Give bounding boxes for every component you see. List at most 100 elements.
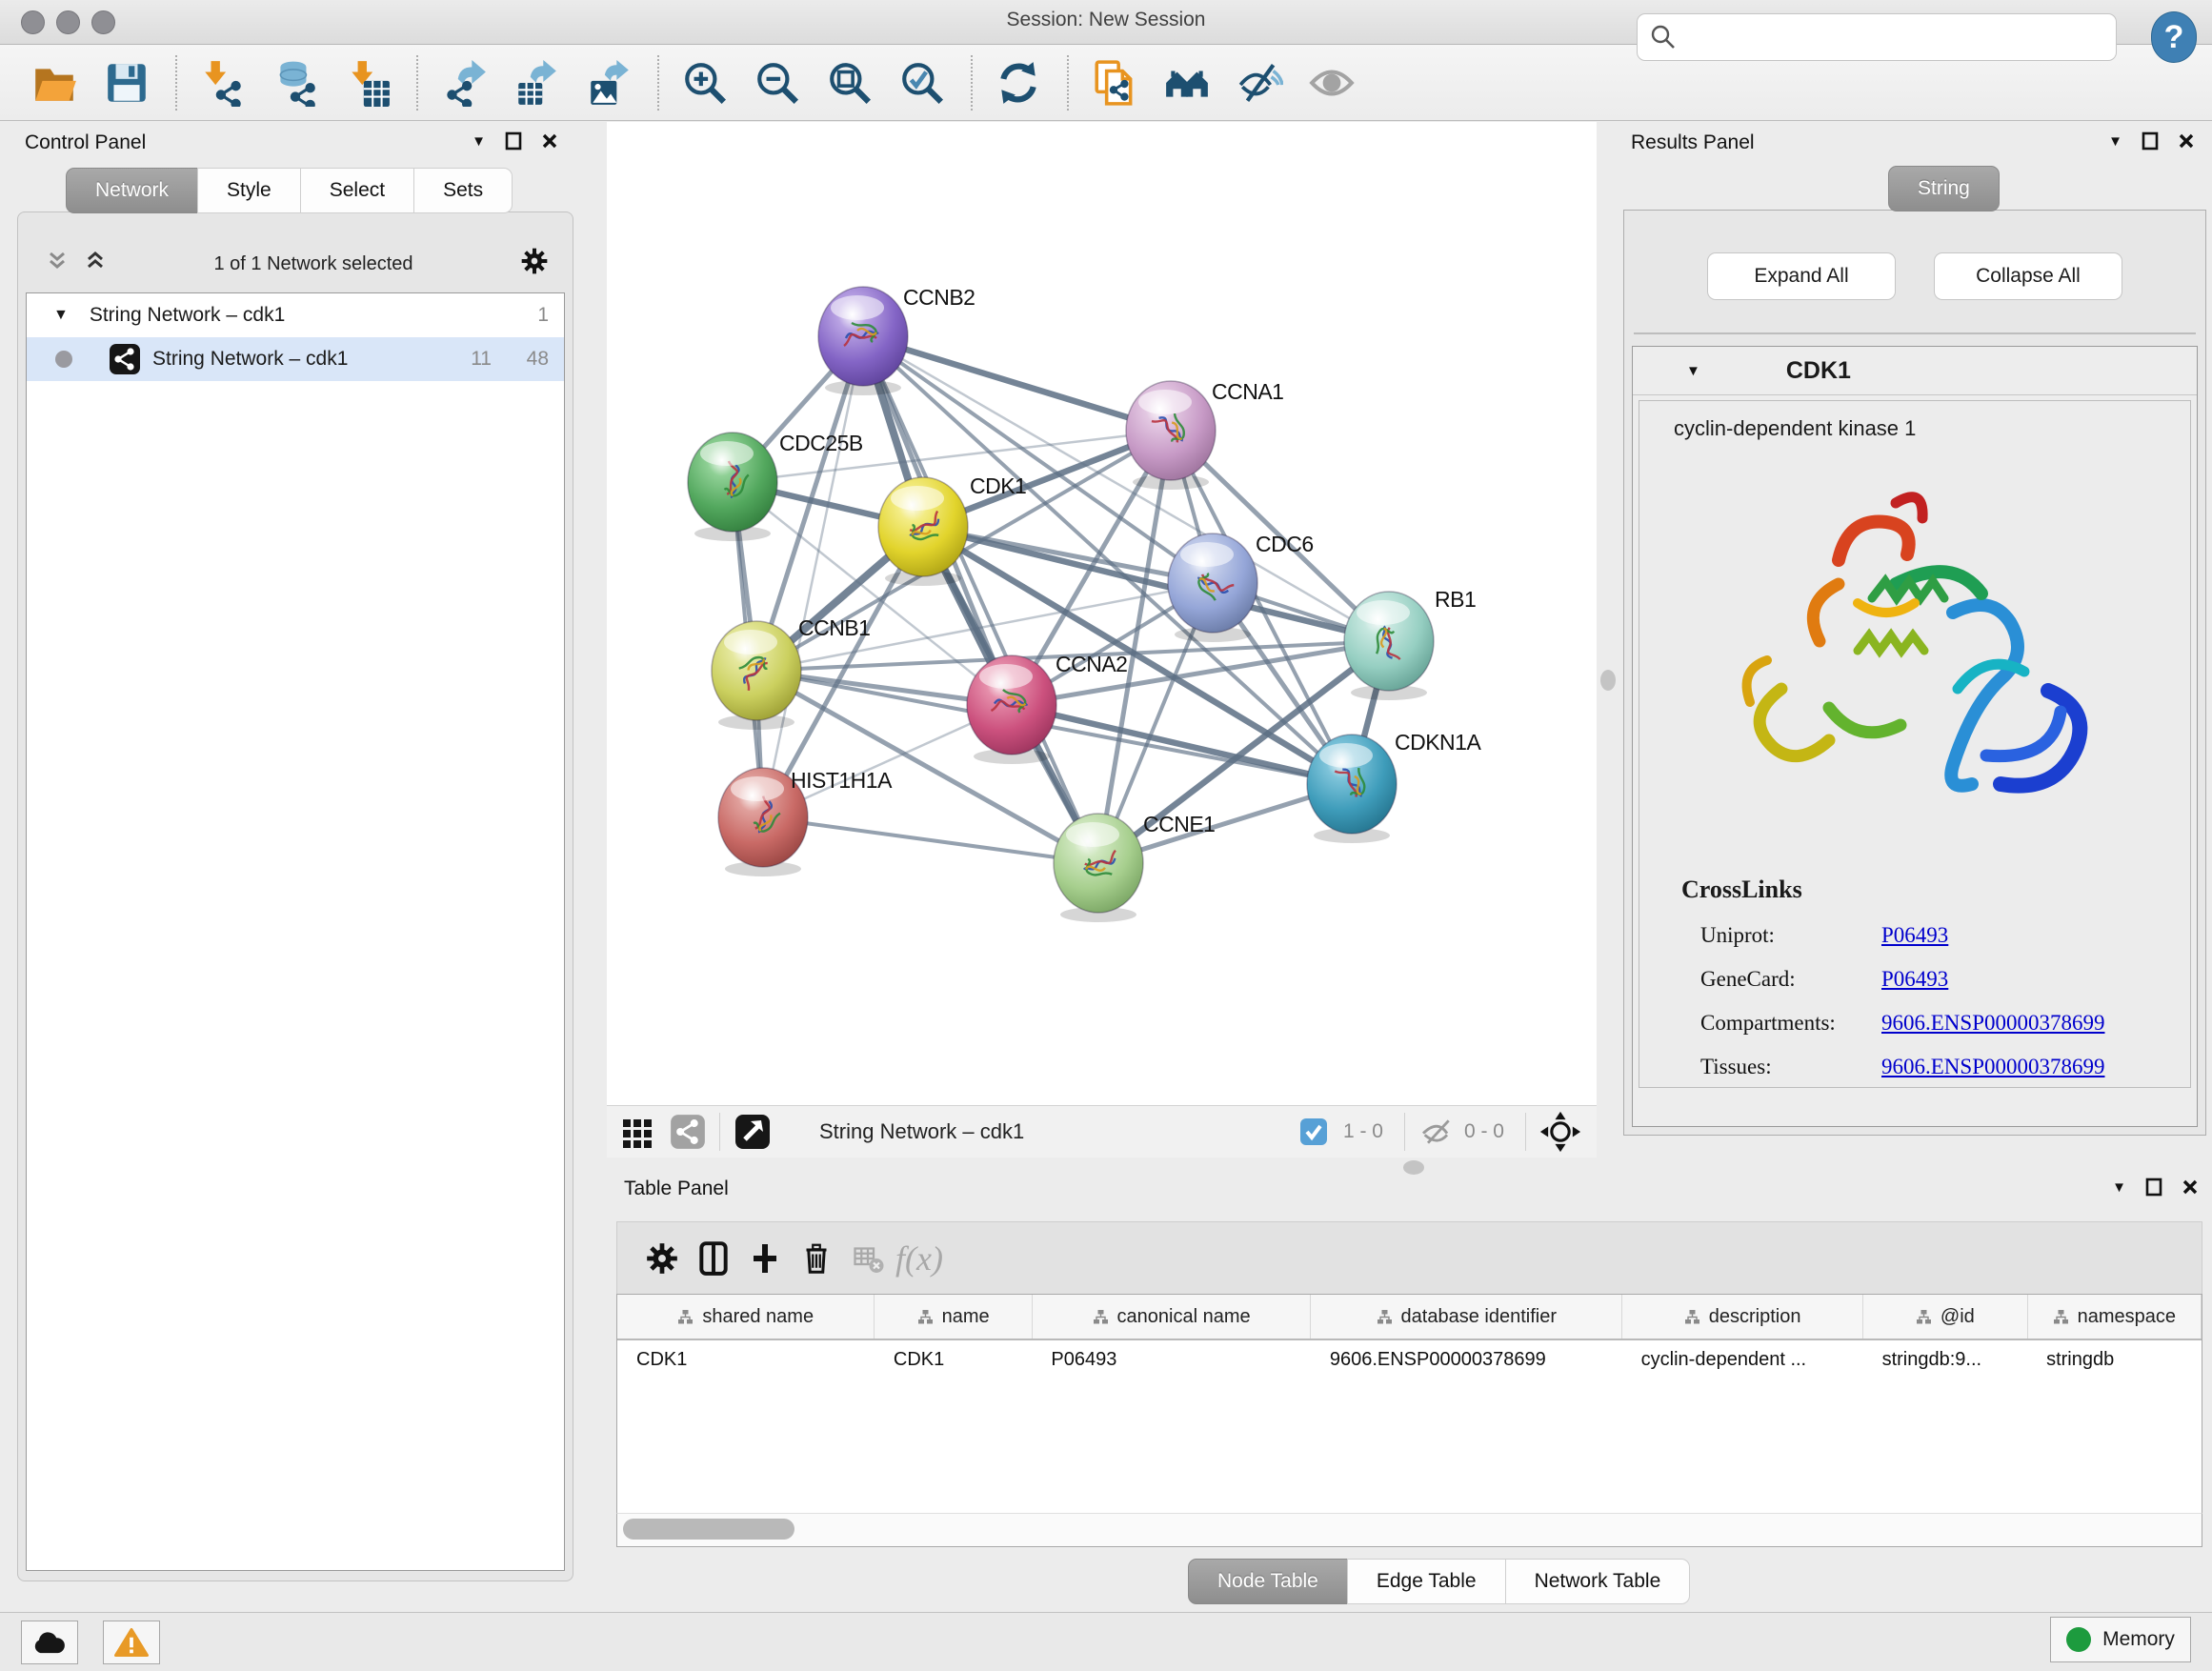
control-panel-menu-icon[interactable]: ▼	[472, 133, 486, 150]
add-column-icon[interactable]	[739, 1233, 791, 1284]
warnings-button[interactable]	[103, 1621, 160, 1664]
table-panel-menu-icon[interactable]: ▼	[2112, 1179, 2126, 1196]
expand-all-networks-icon[interactable]	[83, 249, 108, 279]
table-row[interactable]: CDK1CDK1P064939606.ENSP00000378699cyclin…	[617, 1339, 2202, 1379]
export-network-button[interactable]	[434, 53, 493, 112]
search-input[interactable]	[1687, 26, 2106, 50]
table-horizontal-scrollbar[interactable]	[616, 1513, 2202, 1547]
column-header-name[interactable]: name	[875, 1295, 1032, 1339]
network-edge-ccnb2-ccne1[interactable]	[863, 336, 1098, 863]
table-settings-gear-icon[interactable]	[636, 1233, 688, 1284]
zoom-out-button[interactable]	[748, 53, 807, 112]
import-table-from-file-button[interactable]	[338, 53, 397, 112]
network-edge-ccna2-cdkn1a[interactable]	[1012, 705, 1352, 784]
network-options-gear-icon[interactable]	[519, 246, 550, 282]
network-node-ccna1[interactable]	[1126, 381, 1216, 490]
network-node-cdkn1a[interactable]	[1307, 735, 1397, 843]
control-panel-float-icon[interactable]	[505, 131, 522, 151]
apply-preferred-layout-button[interactable]	[989, 53, 1048, 112]
delete-table-icon[interactable]	[842, 1233, 894, 1284]
import-network-from-file-button[interactable]	[193, 53, 252, 112]
network-canvas[interactable]: CCNB2CCNA1CDC25BCDK1CDC6RB1CCNB1CCNA2CDK…	[607, 122, 1597, 1105]
splitter-handle[interactable]	[1600, 670, 1616, 691]
table-panel-float-icon[interactable]	[2145, 1178, 2162, 1197]
zoom-selected-button[interactable]	[893, 53, 952, 112]
export-image-button[interactable]	[579, 53, 638, 112]
crosslink-value-link[interactable]: 9606.ENSP00000378699	[1881, 1011, 2105, 1036]
collapse-all-button[interactable]: Collapse All	[1934, 252, 2122, 300]
tab-network[interactable]: Network	[66, 168, 198, 213]
network-edge-ccnb2-hist1h1a[interactable]	[763, 336, 863, 817]
network-view[interactable]: CCNB2CCNA1CDC25BCDK1CDC6RB1CCNB1CCNA2CDK…	[607, 122, 1597, 1105]
cloud-status-button[interactable]	[21, 1621, 78, 1664]
tab-string[interactable]: String	[1888, 166, 2000, 211]
import-network-from-database-button[interactable]	[266, 53, 325, 112]
table-cell[interactable]: CDK1	[875, 1339, 1032, 1379]
column-header-sharedname[interactable]: shared name	[617, 1295, 875, 1339]
network-collection-row[interactable]: ▼ String Network – cdk1 1	[27, 293, 564, 337]
zoom-in-button[interactable]	[675, 53, 734, 112]
scrollbar-thumb[interactable]	[623, 1519, 794, 1540]
clone-network-button[interactable]	[1085, 53, 1144, 112]
help-button[interactable]: ?	[2151, 11, 2197, 63]
collapse-all-networks-icon[interactable]	[45, 249, 70, 279]
export-table-button[interactable]	[507, 53, 566, 112]
crosslink-value-link[interactable]: 9606.ENSP00000378699	[1881, 1055, 2105, 1079]
memory-button[interactable]: Memory	[2050, 1617, 2191, 1662]
hidden-eye-icon[interactable]	[1418, 1116, 1457, 1148]
column-header-description[interactable]: description	[1622, 1295, 1863, 1339]
tab-edge-table[interactable]: Edge Table	[1347, 1559, 1506, 1604]
selected-checkbox-icon[interactable]	[1299, 1117, 1328, 1146]
network-row[interactable]: String Network – cdk1 11 48	[27, 337, 564, 381]
table-cell[interactable]: stringdb:9...	[1863, 1339, 2028, 1379]
zoom-fit-content-button[interactable]	[820, 53, 879, 112]
column-header-id[interactable]: @id	[1863, 1295, 2028, 1339]
network-node-rb1[interactable]	[1344, 592, 1434, 700]
network-node-ccnb2[interactable]	[818, 287, 908, 395]
grid-view-icon[interactable]	[620, 1115, 654, 1149]
control-panel-close-icon[interactable]	[541, 132, 558, 150]
results-panel-close-icon[interactable]	[2178, 132, 2195, 150]
table-cell[interactable]: P06493	[1032, 1339, 1310, 1379]
hide-selected-button[interactable]	[1230, 53, 1289, 112]
table-cell[interactable]: CDK1	[617, 1339, 875, 1379]
network-node-ccna2[interactable]	[967, 655, 1056, 764]
crosslink-value-link[interactable]: P06493	[1881, 967, 1948, 992]
tab-network-table[interactable]: Network Table	[1505, 1559, 1691, 1604]
results-panel-menu-icon[interactable]: ▼	[2108, 133, 2122, 150]
function-builder-icon[interactable]: f(x)	[894, 1233, 945, 1284]
tab-node-table[interactable]: Node Table	[1188, 1559, 1348, 1604]
save-session-button[interactable]	[97, 53, 156, 112]
network-view-share-icon[interactable]	[670, 1114, 706, 1150]
vertical-splitter[interactable]	[1597, 122, 1619, 1157]
string-home-button[interactable]	[1157, 53, 1217, 112]
table-cell[interactable]: cyclin-dependent ...	[1622, 1339, 1863, 1379]
select-columns-icon[interactable]	[688, 1233, 739, 1284]
gene-section-header[interactable]: ▼ CDK1	[1633, 347, 2197, 395]
network-edge-ccnb2-ccna1[interactable]	[863, 336, 1171, 431]
tab-style[interactable]: Style	[197, 168, 301, 213]
collection-expand-icon[interactable]: ▼	[53, 307, 69, 324]
network-node-cdk1[interactable]	[878, 477, 968, 586]
table-cell[interactable]: 9606.ENSP00000378699	[1311, 1339, 1622, 1379]
network-node-ccnb1[interactable]	[712, 621, 801, 730]
gene-collapse-icon[interactable]: ▼	[1686, 363, 1700, 379]
expand-all-button[interactable]: Expand All	[1707, 252, 1896, 300]
crosslink-value-link[interactable]: P06493	[1881, 923, 1948, 948]
delete-column-icon[interactable]	[791, 1233, 842, 1284]
table-panel-close-icon[interactable]	[2182, 1178, 2199, 1196]
results-panel-float-icon[interactable]	[2142, 131, 2159, 151]
birds-eye-view-icon[interactable]	[1539, 1111, 1581, 1153]
splitter-handle[interactable]	[1403, 1160, 1424, 1175]
network-edge-hist1h1a-ccne1[interactable]	[763, 817, 1098, 863]
open-session-button[interactable]	[25, 53, 84, 112]
column-header-canonicalname[interactable]: canonical name	[1032, 1295, 1310, 1339]
network-node-cdc25b[interactable]	[688, 433, 777, 541]
detach-view-icon[interactable]	[734, 1113, 772, 1151]
show-all-button[interactable]	[1302, 53, 1361, 112]
table-cell[interactable]: stringdb	[2027, 1339, 2201, 1379]
tab-sets[interactable]: Sets	[413, 168, 513, 213]
column-header-databaseidentifier[interactable]: database identifier	[1311, 1295, 1622, 1339]
tab-select[interactable]: Select	[300, 168, 414, 213]
column-header-namespace[interactable]: namespace	[2027, 1295, 2201, 1339]
